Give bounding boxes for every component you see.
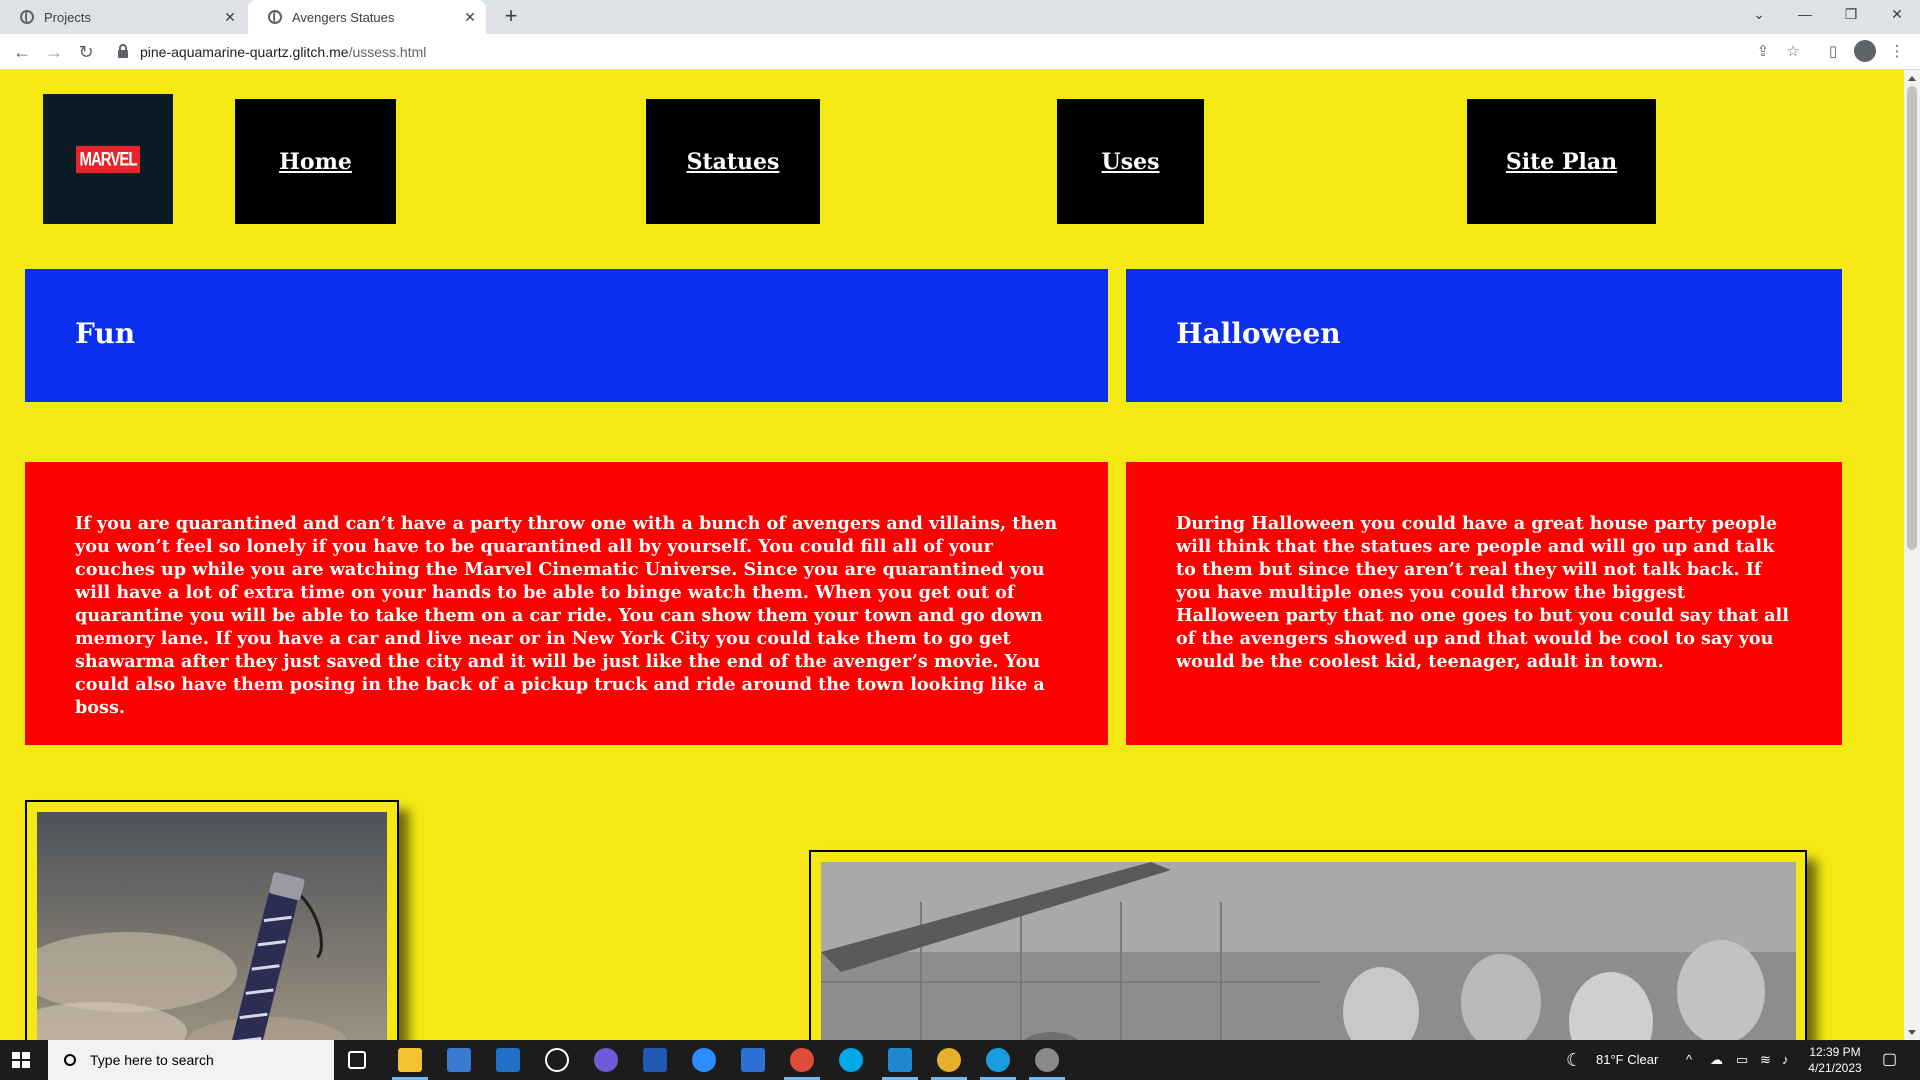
heading-box-fun: Fun xyxy=(25,269,1108,402)
menu-kebab-icon[interactable]: ⋮ xyxy=(1886,41,1908,63)
close-window-icon[interactable]: ✕ xyxy=(1874,0,1920,30)
tab-title: Avengers Statues xyxy=(292,9,395,25)
notifications-icon[interactable]: ▢ xyxy=(1882,1040,1897,1080)
word-icon[interactable] xyxy=(643,1048,667,1072)
address-toolbar: ← → ↻ pine-aquamarine-quartz.glitch.me/u… xyxy=(0,34,1920,70)
onedrive-icon[interactable]: ☁ xyxy=(1710,1040,1723,1080)
url-host: pine-aquamarine-quartz.glitch.me xyxy=(140,44,349,60)
heading-box-halloween: Halloween xyxy=(1126,269,1842,402)
globe-icon xyxy=(20,10,34,24)
scroll-down-arrow-icon[interactable] xyxy=(1908,1030,1916,1035)
reload-icon[interactable]: ↻ xyxy=(72,38,100,66)
taskbar-search-placeholder: Type here to search xyxy=(90,1052,214,1068)
weather-text[interactable]: 81°F Clear xyxy=(1596,1040,1658,1080)
search-icon xyxy=(64,1054,76,1066)
forward-arrow-icon[interactable]: → xyxy=(40,38,68,66)
clock-time: 12:39 PM xyxy=(1809,1045,1861,1059)
azure-icon[interactable] xyxy=(741,1048,765,1072)
paragraph-box-halloween: During Halloween you could have a great … xyxy=(1126,462,1842,745)
chrome-icon[interactable] xyxy=(790,1048,814,1072)
mail-icon[interactable] xyxy=(496,1048,520,1072)
nav-site-plan: Site Plan xyxy=(1467,99,1656,224)
windows-taskbar: Type here to search ☾ 81°F Clear ^ ☁ ▭ ≋… xyxy=(0,1040,1920,1080)
shawarma-photo-frame xyxy=(809,850,1807,1040)
group-image xyxy=(821,862,1796,1040)
paragraph-halloween: During Halloween you could have a great … xyxy=(1176,513,1789,672)
microsoft-store-icon[interactable] xyxy=(447,1048,471,1072)
tab-projects[interactable]: Projects ✕ xyxy=(0,0,246,34)
bookmark-star-icon[interactable]: ☆ xyxy=(1782,41,1804,63)
battery-icon[interactable]: ▭ xyxy=(1736,1040,1748,1080)
weather-moon-icon[interactable]: ☾ xyxy=(1566,1040,1582,1080)
edge-icon[interactable] xyxy=(986,1048,1010,1072)
wifi-icon[interactable]: ≋ xyxy=(1760,1040,1771,1080)
nav-statues: Statues xyxy=(646,99,820,224)
close-tab-icon[interactable]: ✕ xyxy=(462,9,478,25)
chrome-active-icon[interactable] xyxy=(937,1048,961,1072)
paragraph-box-fun: If you are quarantined and can’t have a … xyxy=(25,462,1108,745)
tab-search-chevron-icon[interactable]: ⌄ xyxy=(1736,0,1782,30)
nav-home: Home xyxy=(235,99,396,224)
heading-fun: Fun xyxy=(75,317,136,350)
tray-chevron-icon[interactable]: ^ xyxy=(1686,1040,1692,1080)
vscode-icon[interactable] xyxy=(888,1048,912,1072)
address-bar[interactable]: pine-aquamarine-quartz.glitch.me/ussess.… xyxy=(108,38,1768,66)
taskbar-search-box[interactable]: Type here to search xyxy=(48,1040,334,1080)
minimize-icon[interactable]: — xyxy=(1782,0,1828,30)
share-icon[interactable]: ⇪ xyxy=(1752,41,1774,63)
side-panel-icon[interactable]: ▯ xyxy=(1822,41,1844,63)
tab-avengers-statues[interactable]: Avengers Statues ✕ xyxy=(248,0,486,34)
hammer-photo xyxy=(37,812,387,1040)
nav-uses: Uses xyxy=(1057,99,1204,224)
skype-icon[interactable] xyxy=(839,1048,863,1072)
volume-icon[interactable]: ♪ xyxy=(1782,1040,1789,1080)
globe-icon xyxy=(268,10,282,24)
copilot-icon[interactable] xyxy=(594,1048,618,1072)
dell-icon[interactable] xyxy=(545,1048,569,1072)
url-path: /ussess.html xyxy=(348,44,427,60)
scroll-up-arrow-icon[interactable] xyxy=(1908,76,1916,81)
marvel-logo[interactable]: MARVEL xyxy=(43,94,173,224)
windows-start-icon[interactable] xyxy=(12,1052,30,1068)
paragraph-fun: If you are quarantined and can’t have a … xyxy=(75,513,1058,718)
task-view-icon[interactable] xyxy=(348,1051,366,1069)
zoom-icon[interactable] xyxy=(692,1048,716,1072)
statue-photo-frame xyxy=(25,800,399,1040)
hammer-image xyxy=(37,812,387,1040)
close-tab-icon[interactable]: ✕ xyxy=(222,9,238,25)
lock-icon xyxy=(118,44,128,58)
paint-icon[interactable] xyxy=(1035,1048,1059,1072)
heading-halloween: Halloween xyxy=(1176,317,1341,350)
clock-date: 4/21/2023 xyxy=(1808,1061,1862,1075)
nav-link-home[interactable]: Home xyxy=(279,149,352,175)
logo-text: MARVEL xyxy=(76,145,140,173)
taskbar-clock[interactable]: 12:39 PM 4/21/2023 xyxy=(1800,1044,1870,1076)
new-tab-button[interactable]: + xyxy=(498,4,524,30)
back-arrow-icon[interactable]: ← xyxy=(8,38,36,66)
browser-tab-strip: Projects ✕ Avengers Statues ✕ + ⌄ — ❐ ✕ xyxy=(0,0,1920,34)
tab-title: Projects xyxy=(44,9,91,25)
restore-icon[interactable]: ❐ xyxy=(1828,0,1874,30)
file-explorer-icon[interactable] xyxy=(398,1048,422,1072)
profile-avatar-icon[interactable] xyxy=(1854,40,1876,62)
scrollbar-thumb[interactable] xyxy=(1907,86,1917,550)
nav-link-statues[interactable]: Statues xyxy=(687,149,780,175)
group-photo xyxy=(821,862,1796,1040)
nav-link-site-plan[interactable]: Site Plan xyxy=(1506,149,1617,175)
nav-link-uses[interactable]: Uses xyxy=(1102,149,1160,175)
webpage: MARVEL Home Statues Uses Site Plan Fun H… xyxy=(0,70,1904,1040)
